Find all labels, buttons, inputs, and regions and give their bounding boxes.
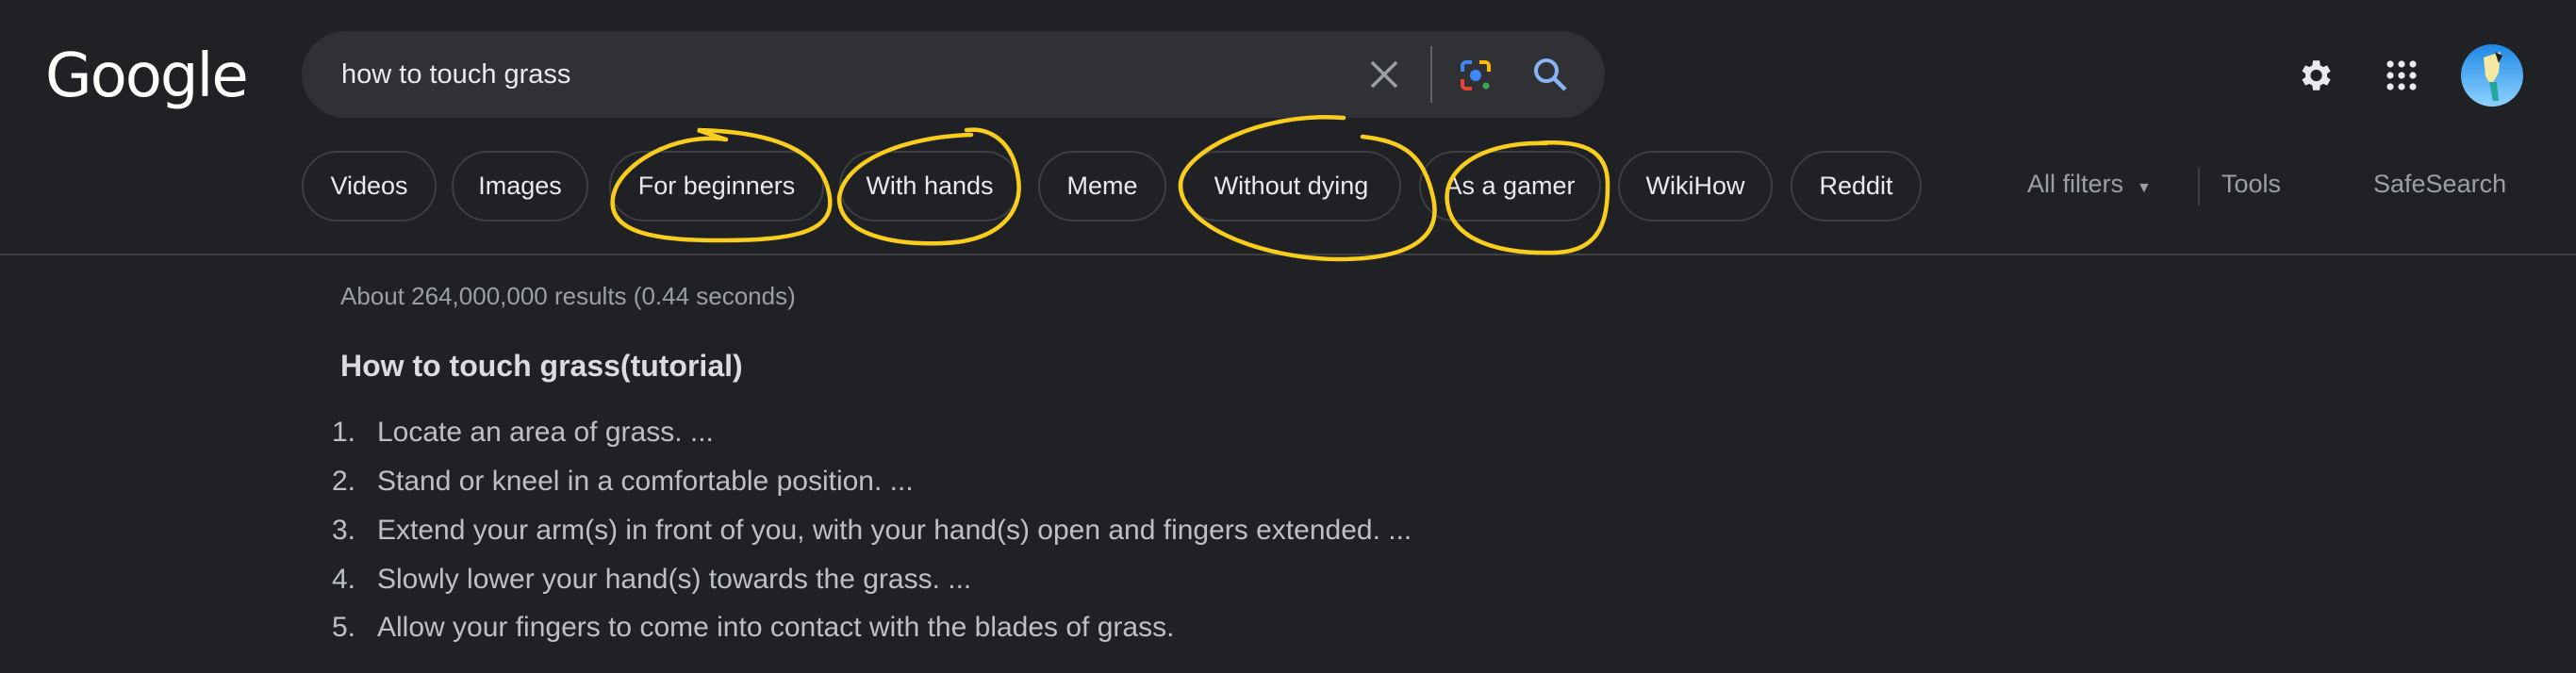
dropdown-arrow-icon: ▼ [2137, 180, 2152, 196]
list-item: 2. Stand or kneel in a comfortable positi… [332, 466, 914, 498]
result-stats: About 264,000,000 results (0.44 seconds) [340, 282, 796, 310]
chip-as-a-gamer[interactable]: As a gamer [1419, 151, 1601, 222]
google-logo[interactable]: Google [45, 41, 249, 111]
header-divider [0, 254, 2576, 255]
search-bar[interactable]: how to touch grass [302, 31, 1605, 118]
chip-with-hands[interactable]: With hands [839, 151, 1020, 222]
chip-meme[interactable]: Meme [1038, 151, 1166, 222]
divider [1430, 46, 1432, 103]
search-icon[interactable] [1529, 54, 1571, 95]
list-item: 4. Slowly lower your hand(s) towards the … [332, 564, 971, 596]
step-number: 3. [332, 515, 356, 546]
list-item: 5. Allow your fingers to come into contac… [332, 612, 1174, 644]
featured-snippet-heading[interactable]: How to touch grass(tutorial) [340, 349, 743, 384]
avatar[interactable] [2461, 44, 2523, 107]
chip-reddit[interactable]: Reddit [1791, 151, 1922, 222]
step-text: Allow your fingers to come into contact … [377, 612, 1175, 643]
search-input[interactable]: how to touch grass [341, 31, 570, 118]
settings-gear-icon[interactable] [2294, 55, 2336, 96]
chip-without-dying[interactable]: Without dying [1181, 151, 1401, 222]
all-filters-button[interactable]: All filters ▼ [2027, 170, 2152, 199]
chip-videos[interactable]: Videos [302, 151, 437, 222]
step-text: Stand or kneel in a comfortable position… [377, 466, 914, 497]
step-text: Locate an area of grass. ... [377, 417, 714, 448]
chip-wikihow[interactable]: WikiHow [1618, 151, 1773, 222]
step-text: Extend your arm(s) in front of you, with… [377, 515, 1412, 546]
step-number: 2. [332, 466, 356, 497]
google-lens-icon[interactable] [1456, 56, 1495, 95]
divider [2198, 168, 2200, 205]
tools-button[interactable]: Tools [2221, 170, 2281, 199]
list-item: 3. Extend your arm(s) in front of you, wi… [332, 515, 1412, 547]
list-item: 1. Locate an area of grass. ... [332, 417, 714, 449]
close-icon[interactable] [1365, 56, 1403, 93]
all-filters-label: All filters [2027, 170, 2124, 198]
apps-grid-icon[interactable] [2383, 57, 2420, 94]
chip-for-beginners[interactable]: For beginners [609, 151, 824, 222]
step-number: 5. [332, 612, 356, 643]
safesearch-button[interactable]: SafeSearch [2373, 170, 2506, 199]
chip-images[interactable]: Images [452, 151, 588, 222]
step-text: Slowly lower your hand(s) towards the gr… [377, 564, 972, 595]
step-number: 1. [332, 417, 356, 448]
step-number: 4. [332, 564, 356, 595]
